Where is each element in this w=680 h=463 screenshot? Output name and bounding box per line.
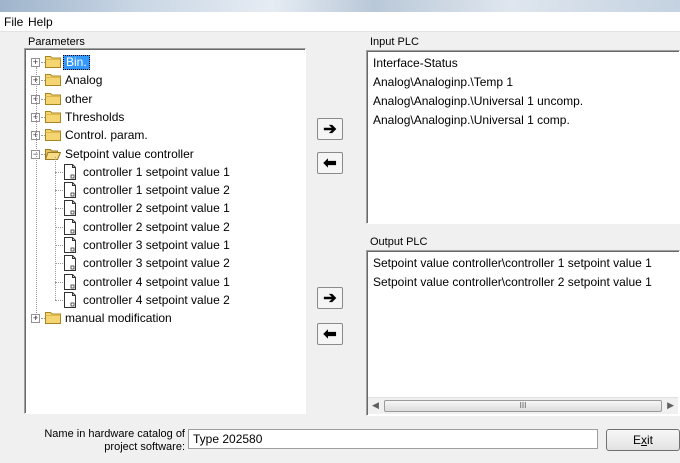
tree-connector	[55, 226, 63, 228]
arrow-right-icon: ➔	[323, 290, 337, 307]
window-title-strip	[0, 0, 680, 12]
input-plc-label: Input PLC	[370, 36, 419, 48]
remove-from-output-button[interactable]: ⬅	[317, 323, 343, 345]
hardware-label-line1: Name in hardware catalog of	[44, 428, 185, 440]
tree-connector	[55, 156, 56, 301]
tree-node-label: Thresholds	[65, 109, 125, 124]
tree-connector	[55, 263, 63, 265]
tree-node[interactable]: + manual modification	[25, 309, 295, 327]
horizontal-scrollbar[interactable]: ◀ III ▶	[368, 397, 678, 414]
folder-open-icon	[44, 147, 62, 160]
document-icon	[63, 291, 77, 308]
tree-node-label: Control. param.	[65, 128, 148, 143]
remove-from-input-button[interactable]: ⬅	[317, 152, 343, 174]
input-plc-item[interactable]: Analog\Analoginp.\Temp 1	[373, 75, 513, 89]
parameters-label: Parameters	[28, 36, 85, 48]
scroll-grip: III	[519, 401, 527, 410]
tree-node[interactable]: + Thresholds	[25, 108, 295, 126]
tree-connector	[55, 171, 63, 173]
add-to-output-button[interactable]: ➔	[317, 287, 343, 309]
tree-connector	[55, 245, 63, 246]
tree-connector	[36, 67, 37, 320]
tree-leaf[interactable]: controller 1 setpoint value 1	[25, 163, 295, 181]
folder-icon	[45, 128, 61, 142]
exit-label-suffix: it	[647, 433, 653, 447]
add-to-input-button[interactable]: ➔	[317, 118, 343, 140]
menu-file[interactable]: File	[4, 15, 23, 29]
tree-node[interactable]: + Analog	[25, 71, 295, 89]
scrollbar-thumb[interactable]: III	[384, 400, 662, 412]
tree-node-label: manual modification	[65, 311, 172, 326]
document-icon	[63, 163, 77, 180]
expand-icon[interactable]: +	[31, 58, 40, 67]
document-icon	[63, 218, 77, 235]
input-plc-item[interactable]: Interface-Status	[373, 56, 458, 70]
tree-leaf-label: controller 3 setpoint value 2	[83, 256, 230, 271]
tree-leaf[interactable]: controller 3 setpoint value 1	[25, 236, 295, 254]
arrow-left-icon: ⬅	[323, 326, 337, 343]
menu-help[interactable]: Help	[28, 15, 53, 29]
hardware-name-value: Type 202580	[193, 432, 263, 446]
tree-leaf-label: controller 2 setpoint value 1	[83, 201, 230, 216]
hardware-name-label: Name in hardware catalog of project soft…	[44, 428, 185, 454]
document-icon	[63, 200, 77, 217]
tree-leaf-label: controller 2 setpoint value 2	[83, 219, 230, 234]
tree-leaf[interactable]: controller 1 setpoint value 2	[25, 181, 295, 199]
tree-leaf[interactable]: controller 4 setpoint value 2	[25, 291, 295, 309]
scroll-right-icon[interactable]: ▶	[667, 400, 674, 411]
input-plc-list[interactable]: Interface-Status Analog\Analoginp.\Temp 1…	[366, 50, 680, 224]
folder-icon	[45, 311, 61, 325]
tree-connector	[55, 299, 63, 301]
output-plc-item[interactable]: Setpoint value controller\controller 2 s…	[373, 275, 652, 289]
folder-icon	[45, 55, 61, 68]
tree-connector	[55, 190, 63, 192]
input-plc-item[interactable]: Analog\Analoginp.\Universal 1 comp.	[373, 113, 570, 127]
input-plc-item[interactable]: Analog\Analoginp.\Universal 1 uncomp.	[373, 94, 583, 108]
hardware-name-input[interactable]: Type 202580	[188, 429, 598, 449]
output-plc-label: Output PLC	[370, 236, 428, 248]
scroll-left-icon[interactable]: ◀	[372, 400, 379, 411]
tree-leaf-label: controller 1 setpoint value 1	[83, 164, 230, 179]
tree-node-label: other	[65, 91, 93, 106]
tree-leaf[interactable]: controller 3 setpoint value 2	[25, 254, 295, 272]
parameters-tree[interactable]: + Bin. + Analog + other + Thresholds + Control. p…	[24, 48, 306, 414]
hardware-label-line2: project software:	[104, 441, 185, 453]
tree-leaf-label: controller 3 setpoint value 1	[83, 238, 230, 252]
tree-leaf[interactable]: controller 2 setpoint value 1	[25, 199, 295, 217]
folder-icon	[45, 110, 61, 123]
document-icon	[63, 182, 77, 199]
tree-connector	[55, 208, 63, 210]
tree-node-label: Bin.	[63, 55, 90, 70]
tree-leaf-label: controller 4 setpoint value 2	[83, 292, 230, 307]
tree-leaf-label: controller 1 setpoint value 2	[83, 183, 230, 198]
tree-node[interactable]: + Bin.	[25, 53, 295, 71]
tree-node[interactable]: − Setpoint value controller	[25, 145, 295, 163]
tree-connector	[55, 281, 63, 283]
output-plc-list[interactable]: Setpoint value controller\controller 1 s…	[366, 250, 680, 416]
exit-button[interactable]: Exit	[606, 429, 680, 451]
tree-leaf[interactable]: controller 2 setpoint value 2	[25, 218, 295, 236]
arrow-right-icon: ➔	[323, 121, 337, 138]
folder-icon	[45, 92, 61, 105]
menu-bar: File Help	[0, 12, 680, 32]
tree-node-label: Setpoint value controller	[65, 146, 194, 161]
document-icon	[63, 237, 77, 253]
arrow-left-icon: ⬅	[323, 155, 337, 172]
exit-label-prefix: E	[632, 433, 641, 447]
document-icon	[63, 255, 77, 272]
folder-icon	[45, 73, 61, 87]
document-icon	[63, 273, 77, 290]
tree-leaf-label: controller 4 setpoint value 1	[83, 274, 230, 289]
output-plc-item[interactable]: Setpoint value controller\controller 1 s…	[373, 256, 652, 270]
tree-node[interactable]: + other	[25, 90, 295, 108]
tree-node[interactable]: + Control. param.	[25, 126, 295, 144]
tree-node-label: Analog	[65, 73, 103, 88]
tree-leaf[interactable]: controller 4 setpoint value 1	[25, 273, 295, 291]
